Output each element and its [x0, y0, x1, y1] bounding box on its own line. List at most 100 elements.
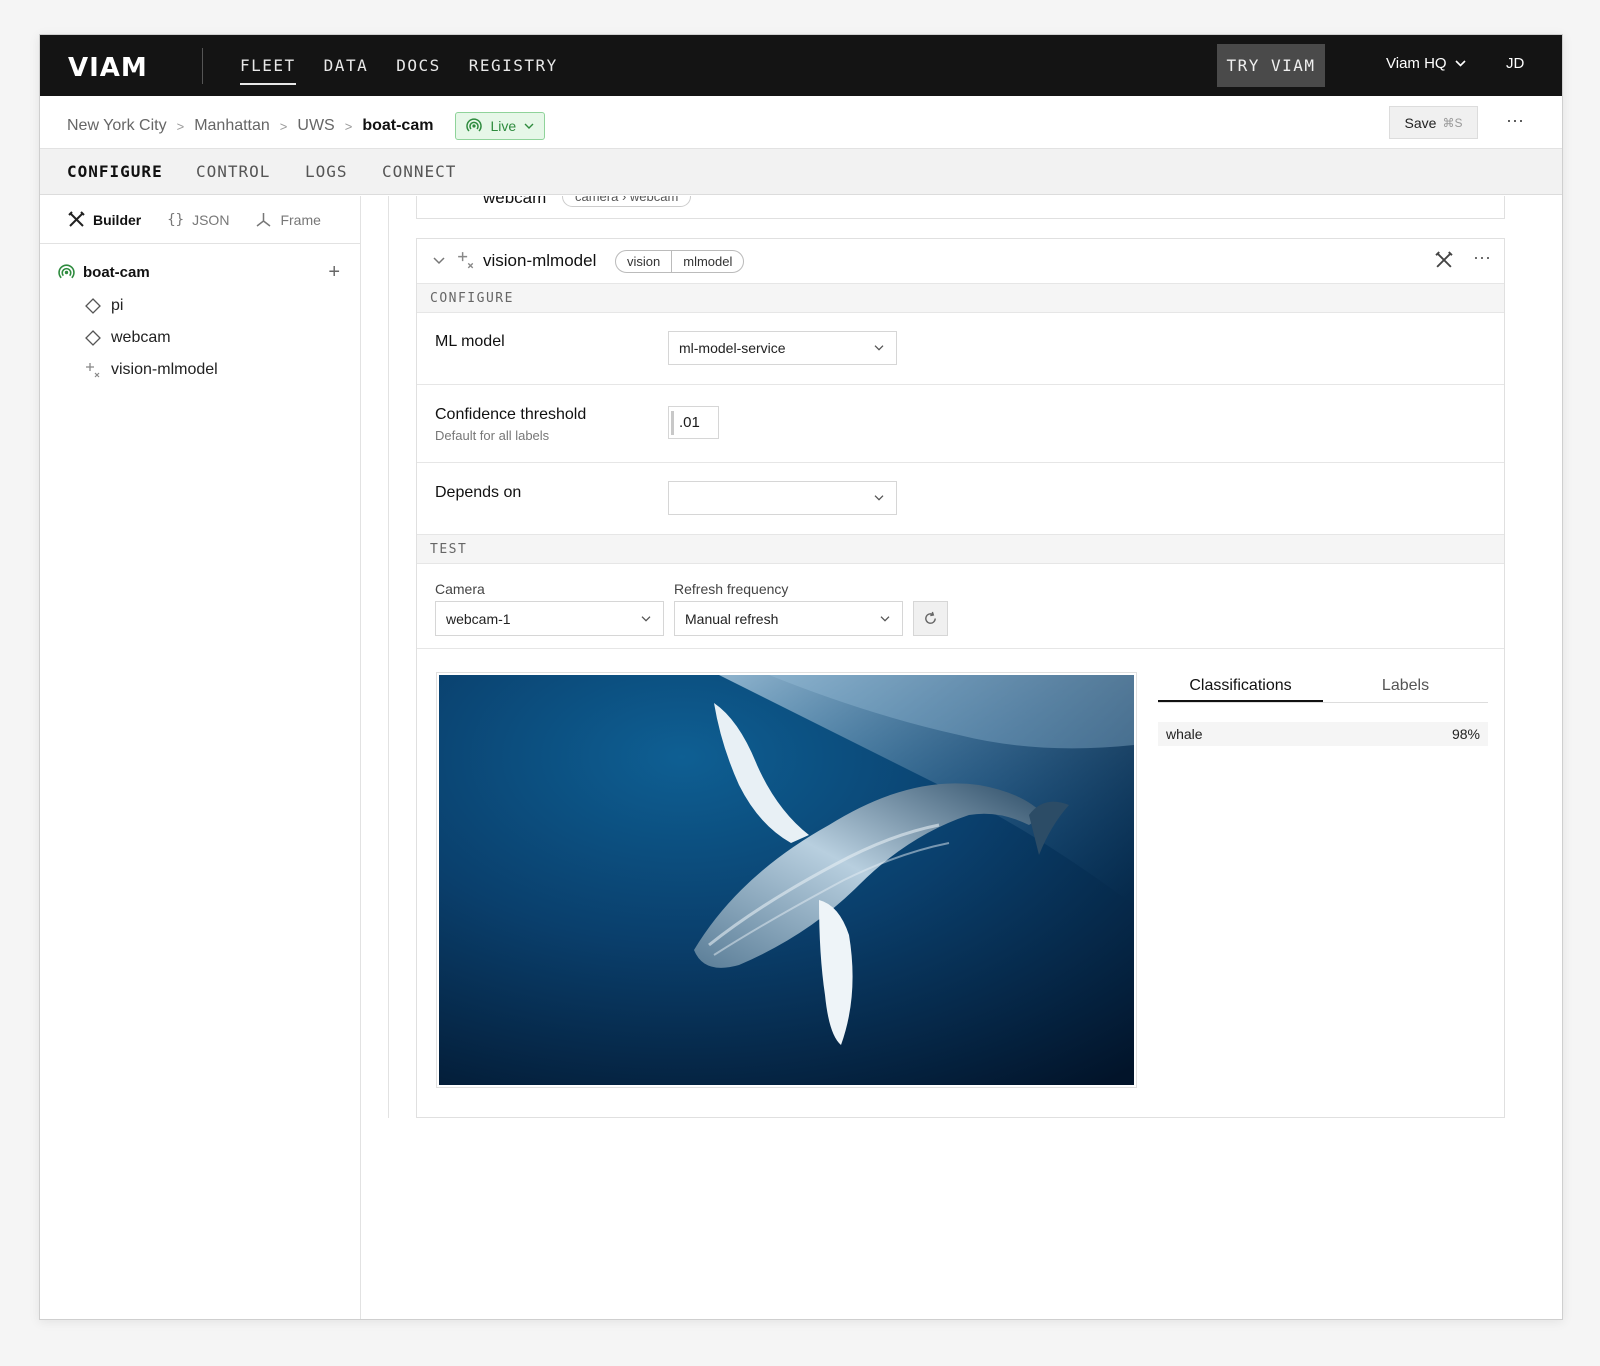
mode-frame[interactable]: Frame — [255, 211, 321, 228]
tree-item-vision-mlmodel[interactable]: vision-mlmodel — [85, 361, 218, 379]
results-panel: Classifications Labels whale 98% — [1158, 672, 1488, 746]
diamond-icon — [85, 298, 101, 314]
tab-logs[interactable]: LOGS — [305, 149, 348, 195]
tab-control[interactable]: CONTROL — [196, 149, 270, 195]
section-test: TEST — [417, 535, 1504, 564]
more-options-icon[interactable]: ··· — [1473, 247, 1491, 268]
mode-json-label: JSON — [192, 211, 230, 228]
chevron-down-icon — [874, 495, 884, 501]
tab-connect[interactable]: CONNECT — [382, 149, 456, 195]
tree-item-label: webcam — [111, 329, 171, 346]
breadcrumb-bar: New York City > Manhattan > UWS > boat-c… — [40, 96, 1562, 149]
refresh-frequency-select[interactable]: Manual refresh — [674, 601, 903, 636]
sparkle-icon — [458, 252, 474, 269]
config-mode-switch: Builder {} JSON Frame — [40, 196, 360, 244]
main-divider — [388, 196, 389, 1118]
breadcrumb-location[interactable]: New York City — [67, 117, 167, 135]
api-model-pill: vision mlmodel — [615, 250, 745, 273]
nav-fleet[interactable]: FLEET — [240, 35, 296, 96]
nav-links: FLEET DATA DOCS REGISTRY — [240, 35, 586, 96]
breadcrumb: New York City > Manhattan > UWS > boat-c… — [67, 112, 546, 140]
chevron-down-icon — [880, 615, 890, 622]
depends-on-row: Depends on — [417, 463, 1504, 535]
camera-image-viewer — [436, 672, 1137, 1088]
chevron-down-icon — [524, 123, 534, 129]
axes-icon — [256, 213, 271, 227]
ml-model-select[interactable]: ml-model-service — [668, 331, 897, 365]
org-selector[interactable]: Viam HQ — [1386, 55, 1466, 72]
api-label: vision — [627, 254, 661, 269]
confidence-sublabel: Default for all labels — [435, 428, 550, 443]
mode-json[interactable]: {} JSON — [167, 212, 229, 228]
camera-select[interactable]: webcam-1 — [435, 601, 664, 636]
save-shortcut: ⌘S — [1442, 115, 1463, 130]
classification-confidence: 98% — [1451, 726, 1480, 742]
save-label: Save — [1404, 114, 1437, 131]
nav-divider — [202, 48, 203, 84]
tree-item-label: vision-mlmodel — [111, 361, 218, 378]
sparkle-icon — [86, 363, 100, 378]
chevron-down-icon — [1455, 60, 1466, 67]
breadcrumb-machine: boat-cam — [362, 117, 434, 134]
viam-logo[interactable]: VIAM — [68, 53, 148, 83]
signal-icon — [466, 118, 483, 132]
ml-model-value: ml-model-service — [679, 340, 786, 356]
user-avatar[interactable]: JD — [1506, 55, 1524, 72]
mode-builder-label: Builder — [93, 211, 142, 228]
refresh-icon — [925, 611, 936, 624]
breadcrumb-location[interactable]: Manhattan — [194, 117, 270, 135]
whale-image — [439, 675, 1134, 1085]
breadcrumb-location[interactable]: UWS — [297, 117, 334, 135]
more-options-icon[interactable]: ··· — [1506, 110, 1524, 131]
confidence-input[interactable]: .01 — [668, 406, 719, 439]
test-controls: Camera webcam-1 Refresh frequency Manual… — [417, 564, 1504, 649]
add-component-icon[interactable]: + — [328, 261, 340, 284]
tree-root-label: boat-cam — [83, 264, 150, 281]
tools-icon[interactable] — [1435, 251, 1453, 269]
diamond-icon — [85, 330, 101, 346]
chevron-down-icon — [874, 345, 884, 351]
breadcrumb-separator-icon: > — [279, 118, 288, 134]
refresh-button[interactable] — [913, 601, 948, 636]
refresh-frequency-value: Manual refresh — [685, 610, 779, 627]
org-name: Viam HQ — [1386, 55, 1447, 72]
depends-on-label: Depends on — [435, 484, 522, 501]
breadcrumb-separator-icon: > — [344, 118, 353, 134]
refresh-frequency-label: Refresh frequency — [674, 581, 789, 597]
live-status-badge[interactable]: Live — [455, 112, 546, 140]
component-card-vision-mlmodel: vision-mlmodel vision mlmodel ··· CONFIG… — [416, 238, 1505, 1118]
nav-data[interactable]: DATA — [324, 35, 369, 96]
try-viam-button[interactable]: TRY VIAM — [1217, 44, 1325, 87]
card-header[interactable]: vision-mlmodel vision mlmodel ··· — [417, 239, 1504, 284]
top-nav: VIAM FLEET DATA DOCS REGISTRY TRY VIAM V… — [40, 35, 1562, 96]
tree-item-pi[interactable]: pi — [85, 297, 123, 315]
tools-icon — [68, 211, 85, 227]
live-status-label: Live — [490, 118, 517, 134]
tree-item-webcam[interactable]: webcam — [85, 329, 171, 347]
tab-classifications[interactable]: Classifications — [1158, 672, 1323, 702]
tree-root-machine[interactable]: boat-cam + — [58, 261, 340, 284]
machine-tabs: CONFIGURE CONTROL LOGS CONNECT — [40, 149, 1562, 195]
nav-docs[interactable]: DOCS — [396, 35, 441, 96]
chevron-down-icon[interactable] — [433, 257, 445, 265]
main-content: webcam camera › webcam vision-mlmodel vi… — [361, 196, 1562, 1319]
tab-configure[interactable]: CONFIGURE — [67, 149, 163, 195]
tab-labels[interactable]: Labels — [1323, 672, 1488, 702]
braces-icon: {} — [167, 211, 185, 228]
model-label: mlmodel — [671, 251, 743, 272]
confidence-row: Confidence threshold Default for all lab… — [417, 385, 1504, 463]
nav-registry[interactable]: REGISTRY — [469, 35, 558, 96]
depends-on-select[interactable] — [668, 481, 897, 515]
card-title: webcam — [483, 196, 547, 207]
signal-icon — [58, 264, 75, 279]
component-card-webcam[interactable]: webcam camera › webcam — [416, 196, 1505, 219]
mode-builder[interactable]: Builder — [68, 211, 141, 228]
mode-frame-label: Frame — [280, 211, 321, 228]
confidence-label: Confidence threshold — [435, 406, 587, 423]
tree-item-label: pi — [111, 297, 124, 314]
confidence-value: .01 — [679, 414, 700, 431]
section-configure: CONFIGURE — [417, 284, 1504, 313]
sidebar: Builder {} JSON Frame boat-cam + pi webc… — [40, 196, 361, 1319]
ml-model-label: ML model — [435, 333, 505, 350]
save-button[interactable]: Save ⌘S — [1389, 106, 1478, 139]
